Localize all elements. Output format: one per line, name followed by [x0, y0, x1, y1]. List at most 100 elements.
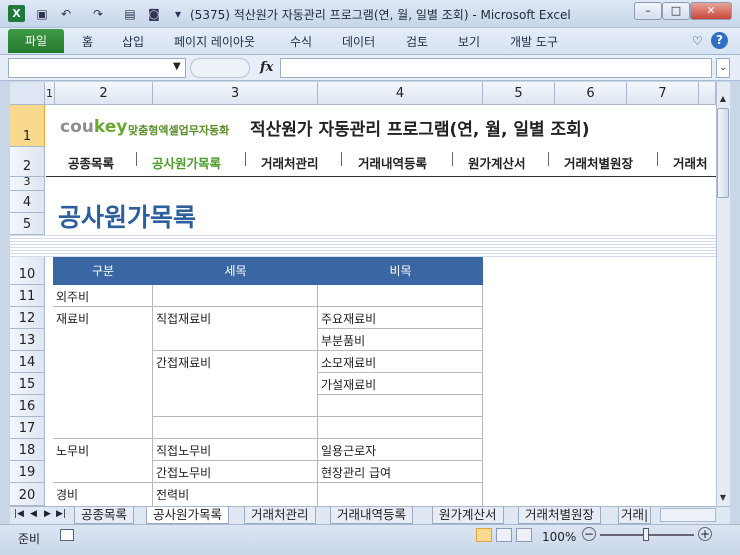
table-cell-subitem[interactable]: 직접재료비: [153, 307, 318, 351]
table-cell-category[interactable]: 재료비: [53, 307, 153, 439]
scroll-down-icon[interactable]: ▼: [717, 493, 729, 505]
zoom-level[interactable]: 100%: [542, 530, 576, 544]
name-box-dropdown-icon[interactable]: ▼: [173, 61, 181, 72]
maximize-button[interactable]: □: [662, 2, 690, 20]
prev-sheet-icon[interactable]: ◀: [30, 509, 37, 519]
column-header-7[interactable]: 7: [627, 82, 699, 105]
tab-data[interactable]: 데이터: [342, 33, 375, 50]
formula-input[interactable]: [280, 58, 712, 78]
menu-vendor-more[interactable]: 거래처: [673, 153, 716, 172]
row-header-4[interactable]: 4: [10, 191, 45, 213]
menu-vendor-ledger[interactable]: 거래처별원장: [564, 153, 633, 172]
zoom-in-icon[interactable]: +: [698, 527, 712, 541]
table-cell-cost-item[interactable]: 소모재료비: [318, 351, 483, 373]
column-header-3[interactable]: 3: [153, 82, 318, 105]
sheet-tab-transaction-entry[interactable]: 거래내역등록: [330, 507, 414, 524]
sheet-tab-vendor-management[interactable]: 거래처관리: [244, 507, 316, 524]
ribbon-minimize-icon[interactable]: ♡: [692, 34, 703, 48]
column-header-1[interactable]: 1: [45, 82, 55, 105]
row-header-20[interactable]: 20: [10, 483, 45, 506]
save-icon[interactable]: ▣: [34, 6, 50, 22]
table-cell-category[interactable]: 경비: [53, 483, 153, 506]
row-header-18[interactable]: 18: [10, 439, 45, 461]
table-cell-cost-item[interactable]: [318, 417, 483, 439]
tab-formulas[interactable]: 수식: [290, 33, 312, 50]
select-all-corner[interactable]: [10, 82, 45, 105]
table-cell-cost-item[interactable]: [318, 483, 483, 506]
redo-icon[interactable]: ↷: [90, 6, 106, 22]
row-header-19[interactable]: 19: [10, 461, 45, 483]
macro-record-icon[interactable]: [60, 529, 74, 541]
row-header-12[interactable]: 12: [10, 307, 45, 329]
name-box[interactable]: ▼: [8, 58, 186, 78]
row-header-14[interactable]: 14: [10, 351, 45, 373]
customize-toolbar-icon[interactable]: ▾: [170, 6, 186, 22]
table-cell-subitem[interactable]: 전력비: [153, 483, 318, 506]
row-header-13[interactable]: 13: [10, 329, 45, 351]
table-cell-subitem[interactable]: 간접재료비: [153, 351, 318, 417]
vertical-scroll-thumb[interactable]: [717, 108, 729, 198]
menu-cost-statement[interactable]: 원가계산서: [468, 153, 526, 172]
tab-insert[interactable]: 삽입: [122, 33, 144, 50]
minimize-button[interactable]: –: [634, 2, 662, 20]
sheet-tab-more[interactable]: 거래|: [618, 507, 652, 524]
table-cell-category[interactable]: 외주비: [53, 285, 153, 307]
last-sheet-icon[interactable]: ▶|: [56, 509, 66, 519]
table-cell-cost-item[interactable]: [318, 285, 483, 307]
tab-developer[interactable]: 개발 도구: [510, 33, 558, 50]
column-header-6[interactable]: 6: [555, 82, 627, 105]
sheet-tab-vendor-ledger[interactable]: 거래처별원장: [518, 507, 602, 524]
row-header-3[interactable]: 3: [10, 175, 45, 191]
page-layout-view-icon[interactable]: [496, 528, 512, 542]
table-cell-subitem[interactable]: [153, 417, 318, 439]
row-header-16[interactable]: 16: [10, 395, 45, 417]
table-cell-cost-item[interactable]: 현장관리 급여: [318, 461, 483, 483]
horizontal-scrollbar[interactable]: [660, 508, 716, 522]
tab-review[interactable]: 검토: [406, 33, 428, 50]
column-header-8[interactable]: [699, 82, 716, 105]
table-cell-subitem[interactable]: 직접노무비: [153, 439, 318, 461]
sheet-tab-construction-cost-list[interactable]: 공사원가목록: [146, 507, 230, 524]
menu-vendor-management[interactable]: 거래처관리: [261, 153, 319, 172]
menu-work-type-list[interactable]: 공종목록: [68, 153, 114, 172]
expand-formula-icon[interactable]: ⌄: [716, 58, 730, 78]
table-cell-cost-item[interactable]: 주요재료비: [318, 307, 483, 329]
row-header-15[interactable]: 15: [10, 373, 45, 395]
page-break-view-icon[interactable]: [516, 528, 532, 542]
column-header-2[interactable]: 2: [55, 82, 153, 105]
column-header-5[interactable]: 5: [483, 82, 555, 105]
normal-view-icon[interactable]: [476, 528, 492, 542]
first-sheet-icon[interactable]: |◀: [14, 509, 24, 519]
row-header-5[interactable]: 5: [10, 213, 45, 235]
sheet-tab-work-type-list[interactable]: 공종목록: [74, 507, 135, 524]
row-header-17[interactable]: 17: [10, 417, 45, 439]
undo-icon[interactable]: ↶: [58, 6, 74, 22]
next-sheet-icon[interactable]: ▶: [44, 509, 51, 519]
form-icon[interactable]: ▤: [122, 6, 138, 22]
tab-page-layout[interactable]: 페이지 레이아웃: [174, 33, 255, 50]
table-cell-cost-item[interactable]: 가설재료비: [318, 373, 483, 395]
table-cell-category[interactable]: 노무비: [53, 439, 153, 483]
column-header-4[interactable]: 4: [318, 82, 483, 105]
row-header-2[interactable]: 2: [10, 147, 45, 177]
sheet-tab-cost-statement[interactable]: 원가계산서: [432, 507, 504, 524]
table-cell-cost-item[interactable]: 부분품비: [318, 329, 483, 351]
zoom-out-icon[interactable]: −: [582, 527, 596, 541]
table-cell-cost-item[interactable]: 일용근로자: [318, 439, 483, 461]
table-cell-cost-item[interactable]: [318, 395, 483, 417]
row-header-1[interactable]: 1: [10, 105, 45, 147]
table-cell-subitem[interactable]: [153, 285, 318, 307]
tab-file[interactable]: 파일: [8, 29, 64, 53]
tab-view[interactable]: 보기: [458, 33, 480, 50]
zoom-slider-thumb[interactable]: [643, 528, 649, 541]
tab-home[interactable]: 홈: [82, 33, 93, 50]
table-cell-subitem[interactable]: 간접노무비: [153, 461, 318, 483]
row-header-11[interactable]: 11: [10, 285, 45, 307]
menu-transaction-entry[interactable]: 거래내역등록: [358, 153, 427, 172]
camera-icon[interactable]: ◙: [146, 6, 162, 22]
row-header-10[interactable]: 10: [10, 257, 45, 285]
help-icon[interactable]: ?: [711, 32, 728, 49]
menu-construction-cost-list[interactable]: 공사원가목록: [152, 153, 221, 172]
scroll-up-icon[interactable]: ▲: [717, 94, 729, 106]
close-button[interactable]: ✕: [690, 2, 732, 20]
